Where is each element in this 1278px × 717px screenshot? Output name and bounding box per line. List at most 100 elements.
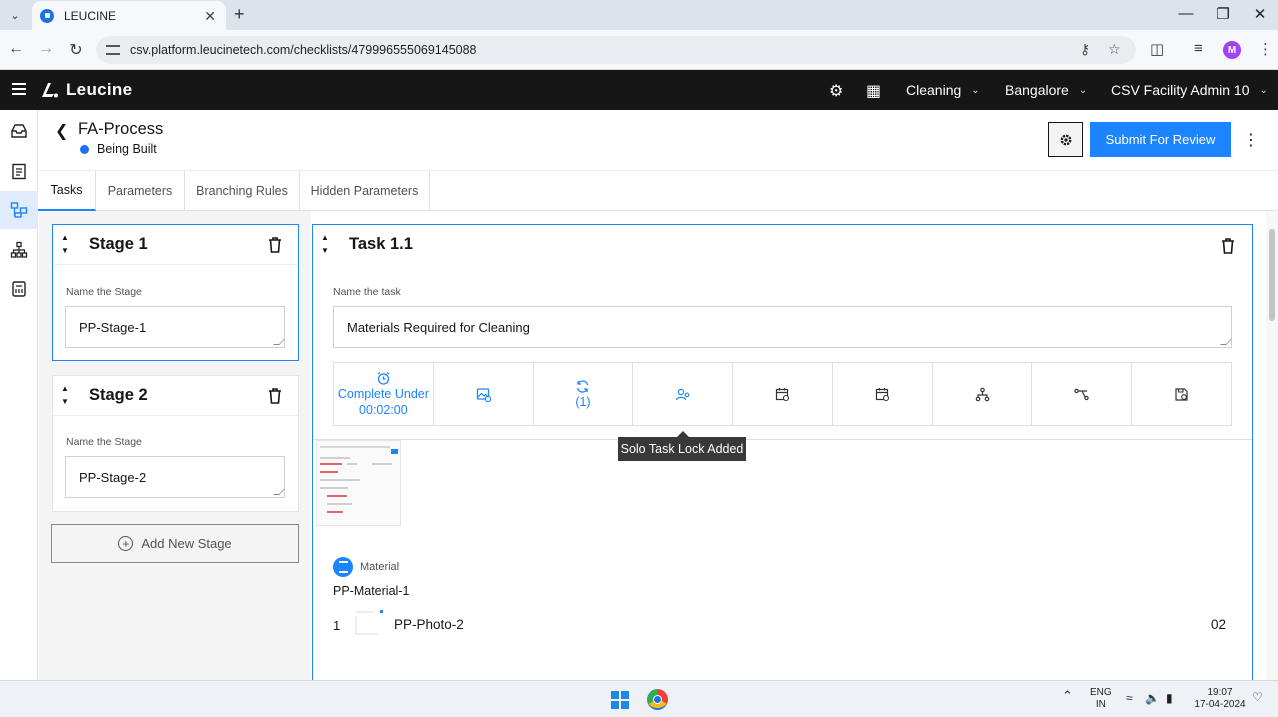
delete-trash-icon[interactable]: [1221, 238, 1235, 254]
delete-trash-icon[interactable]: [268, 237, 282, 253]
forward-arrow-icon[interactable]: →: [36, 40, 56, 58]
timer-action[interactable]: Complete Under 00:02:00: [334, 363, 434, 425]
side-nav: [0, 110, 38, 680]
tab-hidden-parameters[interactable]: Hidden Parameters: [300, 171, 430, 211]
browser-tab-title: LEUCINE: [64, 8, 117, 23]
chevron-down-icon: ⌄: [971, 84, 980, 96]
branch-tree-icon: [975, 387, 989, 401]
tab-search-chevron-icon[interactable]: ⌄: [4, 4, 26, 26]
branching-action[interactable]: [1032, 363, 1133, 425]
hierarchy-action[interactable]: [933, 363, 1033, 425]
resize-handle-icon[interactable]: [1220, 339, 1232, 345]
back-chevron-icon[interactable]: ❮: [55, 121, 68, 141]
material-photo-thumbnail[interactable]: [350, 606, 384, 640]
process-settings-button[interactable]: [1048, 122, 1083, 157]
add-new-stage-button[interactable]: + Add New Stage: [51, 524, 299, 563]
page-scrollbar[interactable]: [1266, 211, 1278, 680]
resize-handle-icon[interactable]: [273, 339, 285, 345]
os-taskbar: ⌃ ENG IN ≈ 🔈 ▮ 19:07 17-04-2024 ♡: [0, 680, 1278, 717]
back-arrow-icon[interactable]: ←: [6, 40, 26, 58]
scan-icon[interactable]: ▦: [866, 81, 881, 101]
task-name-label: Name the task: [333, 286, 401, 298]
timer-value: 00:02:00: [359, 402, 408, 417]
facility-label: Bangalore: [1005, 82, 1069, 98]
use-case-label: Cleaning: [906, 82, 962, 98]
reorder-arrows-icon[interactable]: ▲ ▼: [321, 231, 329, 257]
automation-action[interactable]: [1132, 363, 1231, 425]
minimize-icon[interactable]: —: [1176, 5, 1196, 22]
reports-icon[interactable]: [0, 270, 38, 308]
site-info-icon[interactable]: [106, 45, 120, 55]
stage-card[interactable]: ▲ ▼ Stage 2 Name the Stage PP-Stage-2: [52, 375, 299, 512]
stage-heading: Stage 1: [89, 235, 148, 253]
restore-icon[interactable]: ❐: [1213, 5, 1233, 23]
more-options-icon[interactable]: ⋮: [1243, 130, 1259, 150]
hierarchy-icon[interactable]: [0, 231, 38, 269]
password-key-icon[interactable]: ⚷: [1080, 41, 1090, 58]
language-indicator[interactable]: ENG IN: [1090, 687, 1112, 711]
reorder-arrows-icon[interactable]: ▲ ▼: [61, 231, 69, 257]
tab-branching-rules[interactable]: Branching Rules: [185, 171, 300, 211]
checklist-icon[interactable]: [0, 152, 38, 190]
close-tab-icon[interactable]: ✕: [204, 8, 216, 25]
settings-gear-icon[interactable]: ⚙: [829, 81, 843, 101]
use-case-dropdown[interactable]: Cleaning ⌄: [906, 82, 980, 98]
schedule-action[interactable]: [733, 363, 833, 425]
scrollbar-thumb[interactable]: [1269, 229, 1275, 321]
recurrence-action[interactable]: (1): [534, 363, 634, 425]
wifi-icon[interactable]: ≈: [1126, 692, 1133, 704]
builder-tabs: Tasks Parameters Branching Rules Hidden …: [38, 170, 1278, 211]
add-circle-icon: +: [118, 536, 134, 551]
status-text: Being Built: [97, 142, 157, 156]
media-queue-icon[interactable]: ≡: [1194, 40, 1203, 57]
stage-name-input[interactable]: PP-Stage-2: [65, 456, 285, 498]
tray-chevron-up-icon[interactable]: ⌃: [1062, 689, 1073, 702]
new-tab-plus-icon[interactable]: +: [234, 4, 245, 25]
solo-task-lock-action[interactable]: [633, 363, 734, 425]
window-close-icon[interactable]: ✕: [1250, 5, 1270, 23]
browser-tab[interactable]: LEUCINE ✕: [32, 1, 226, 30]
task-heading: Task 1.1: [349, 235, 413, 253]
tab-tasks[interactable]: Tasks: [38, 171, 96, 211]
address-input[interactable]: csv.platform.leucinetech.com/checklists/…: [96, 36, 1136, 64]
task-header: ▲ ▼ Task 1.1: [313, 225, 1252, 265]
clock-date: 17-04-2024: [1194, 699, 1246, 710]
region-code: IN: [1095, 699, 1106, 710]
page-title: FA-Process: [78, 120, 164, 138]
profile-avatar[interactable]: M: [1223, 41, 1241, 59]
stage-name-input[interactable]: PP-Stage-1: [65, 306, 285, 348]
hamburger-menu-icon[interactable]: [12, 83, 26, 95]
calendar-clock-icon: [775, 387, 790, 401]
tooltip: Solo Task Lock Added: [618, 431, 746, 461]
resize-handle-icon[interactable]: [273, 489, 285, 495]
battery-icon[interactable]: ▮: [1166, 692, 1173, 704]
bookmark-star-icon[interactable]: ☆: [1108, 41, 1121, 58]
windows-start-icon[interactable]: [611, 691, 629, 709]
extensions-icon[interactable]: ◫: [1150, 40, 1164, 58]
app-header: Leucine ⚙ ▦ Cleaning ⌄ Bangalore ⌄ CSV F…: [0, 70, 1278, 110]
tab-parameters[interactable]: Parameters: [96, 171, 185, 211]
volume-icon[interactable]: 🔈: [1145, 692, 1160, 704]
clock[interactable]: 19:07 17-04-2024: [1192, 687, 1248, 711]
browser-menu-icon[interactable]: ⋮: [1258, 40, 1273, 58]
stage-name-label: Name the Stage: [66, 286, 142, 298]
gear-icon: [1060, 134, 1071, 145]
process-builder-icon[interactable]: [0, 191, 38, 229]
user-dropdown[interactable]: CSV Facility Admin 10 ⌄: [1111, 82, 1268, 98]
save-clock-icon: [1175, 387, 1188, 401]
task-media-thumbnail[interactable]: [316, 440, 401, 526]
delete-trash-icon[interactable]: [268, 388, 282, 404]
material-icon: [333, 557, 353, 577]
media-action[interactable]: [434, 363, 534, 425]
reorder-arrows-icon[interactable]: ▲ ▼: [61, 382, 69, 408]
submit-for-review-button[interactable]: Submit For Review: [1090, 122, 1231, 157]
stage-card[interactable]: ▲ ▼ Stage 1 Name the Stage PP-Stage-1: [52, 224, 299, 361]
task-card: ▲ ▼ Task 1.1 Name the task Materials Requ…: [312, 224, 1253, 684]
inbox-icon[interactable]: [0, 112, 38, 150]
chrome-icon[interactable]: [647, 689, 668, 710]
notification-bell-icon[interactable]: ♡: [1252, 691, 1263, 703]
task-name-input[interactable]: Materials Required for Cleaning: [333, 306, 1232, 348]
facility-dropdown[interactable]: Bangalore ⌄: [1005, 82, 1087, 98]
reload-icon[interactable]: ↻: [66, 40, 86, 60]
due-date-action[interactable]: [833, 363, 933, 425]
